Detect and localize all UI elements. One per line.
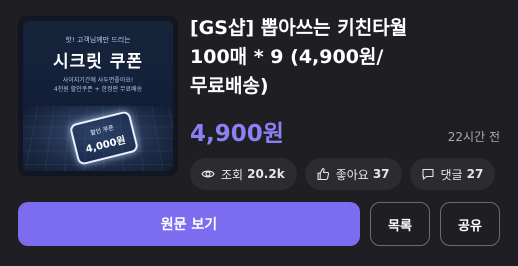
posted-time: 22시간 전 [447, 130, 500, 144]
view-original-button[interactable]: 원문 보기 [18, 202, 360, 246]
deal-title[interactable]: [GS샵] 뽑아쓰는 키친타월 100매 * 9 (4,900원/ 무료배송) [190, 14, 500, 101]
stats-row: 조회 20.2k 좋아요 37 댓글 27 [190, 158, 496, 190]
share-button[interactable]: 공유 [440, 202, 500, 246]
likes-count: 37 [372, 167, 390, 181]
comments-pill[interactable]: 댓글 27 [409, 158, 496, 190]
thumbnail-sub-line-1: 사이지기간에 사두면좋아요! [62, 77, 134, 84]
thumbnail-sub-line-2: 4천원 할인쿠폰 + 한정판 무료배송 [53, 86, 143, 93]
views-count: 20.2k [247, 167, 285, 181]
comment-icon [421, 167, 435, 181]
likes-pill[interactable]: 좋아요 37 [304, 158, 402, 190]
views-label: 조회 [221, 167, 244, 182]
deal-price: 4,900원 [190, 121, 284, 147]
list-button[interactable]: 목록 [370, 202, 430, 246]
likes-label: 좋아요 [335, 167, 369, 182]
comments-count: 27 [466, 167, 484, 181]
views-pill: 조회 20.2k [190, 158, 297, 190]
thumbnail-title: 시크릿 쿠폰 [52, 52, 144, 72]
eye-icon [201, 167, 215, 181]
thumbnail-image: 핫! 고객님께만 드리는 시크릿 쿠폰 사이지기간에 사두면좋아요! 4천원 할… [23, 21, 173, 171]
thumbnail-top-text: 핫! 고객님께만 드리는 [65, 36, 131, 44]
thumbs-up-icon [316, 167, 330, 181]
comments-label: 댓글 [440, 167, 463, 182]
deal-card: 핫! 고객님께만 드리는 시크릿 쿠폰 사이지기간에 사두면좋아요! 4천원 할… [0, 0, 518, 266]
deal-thumbnail[interactable]: 핫! 고객님께만 드리는 시크릿 쿠폰 사이지기간에 사두면좋아요! 4천원 할… [18, 16, 178, 176]
